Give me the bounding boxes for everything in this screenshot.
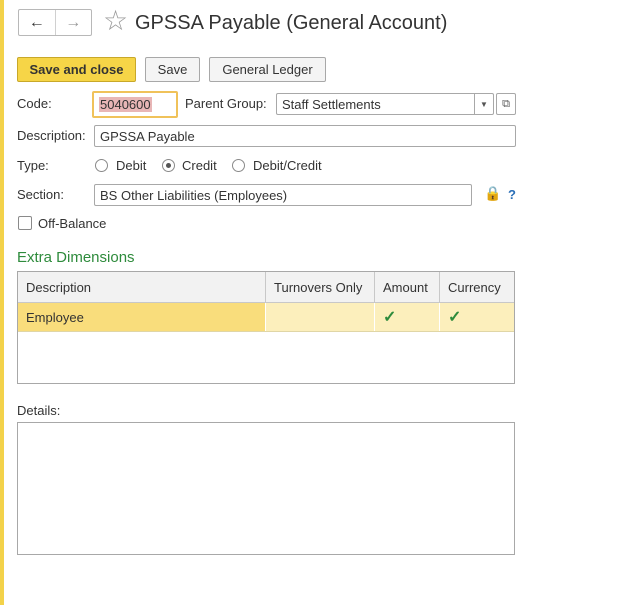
column-header-currency[interactable]: Currency (440, 272, 514, 302)
extra-dimensions-title: Extra Dimensions (17, 249, 135, 266)
forward-arrow-icon[interactable]: → (56, 10, 92, 35)
type-debit-label[interactable]: Debit (116, 157, 146, 175)
cell-turnovers-only[interactable] (266, 303, 375, 331)
type-credit-radio[interactable] (162, 159, 175, 172)
table-header: Description Turnovers Only Amount Curren… (18, 272, 514, 303)
history-nav: ← → (18, 9, 92, 36)
section-value: BS Other Liabilities (Employees) (100, 187, 288, 203)
open-parent-group-icon[interactable]: ⧉ (496, 93, 516, 115)
checkmark-icon: ✓ (383, 309, 397, 326)
description-input[interactable]: GPSSA Payable (94, 125, 516, 147)
details-textarea[interactable] (17, 422, 515, 555)
help-icon[interactable]: ? (508, 187, 516, 202)
back-arrow-icon[interactable]: ← (19, 10, 56, 35)
left-accent-strip (0, 0, 4, 605)
code-input[interactable]: 5040600 (92, 91, 178, 118)
checkmark-icon: ✓ (448, 309, 462, 326)
section-label: Section: (17, 187, 64, 202)
type-debit-credit-label[interactable]: Debit/Credit (253, 157, 322, 175)
off-balance-label[interactable]: Off-Balance (38, 215, 106, 233)
extra-dimensions-table[interactable]: Description Turnovers Only Amount Curren… (17, 271, 515, 384)
lock-icon[interactable]: 🔒 (484, 185, 501, 202)
code-value: 5040600 (99, 97, 152, 112)
description-label: Description: (17, 128, 86, 143)
code-label: Code: (17, 96, 52, 111)
cell-amount[interactable]: ✓ (375, 303, 440, 331)
cell-currency[interactable]: ✓ (440, 303, 514, 331)
parent-group-value: Staff Settlements (282, 96, 381, 112)
details-label: Details: (17, 403, 61, 418)
type-credit-label[interactable]: Credit (182, 157, 217, 175)
radio-selected-dot (166, 163, 171, 168)
type-debit-radio[interactable] (95, 159, 108, 172)
table-row[interactable]: Employee ✓ ✓ (18, 303, 514, 332)
type-debit-credit-radio[interactable] (232, 159, 245, 172)
save-and-close-button[interactable]: Save and close (17, 57, 136, 82)
column-header-amount[interactable]: Amount (375, 272, 440, 302)
parent-group-label: Parent Group: (185, 96, 267, 111)
general-ledger-button[interactable]: General Ledger (209, 57, 326, 82)
column-header-turnovers-only[interactable]: Turnovers Only (266, 272, 375, 302)
parent-group-select[interactable]: Staff Settlements ▼ (276, 93, 494, 115)
description-value: GPSSA Payable (100, 128, 195, 144)
save-button[interactable]: Save (145, 57, 200, 82)
type-label: Type: (17, 158, 49, 173)
section-input[interactable]: BS Other Liabilities (Employees) (94, 184, 472, 206)
favorite-star-icon[interactable]: ☆ (103, 6, 128, 36)
page-title: GPSSA Payable (General Account) (135, 12, 448, 34)
off-balance-checkbox[interactable] (18, 216, 32, 230)
chevron-down-icon[interactable]: ▼ (474, 94, 493, 114)
column-header-description[interactable]: Description (18, 272, 266, 302)
cell-description: Employee (18, 303, 266, 331)
